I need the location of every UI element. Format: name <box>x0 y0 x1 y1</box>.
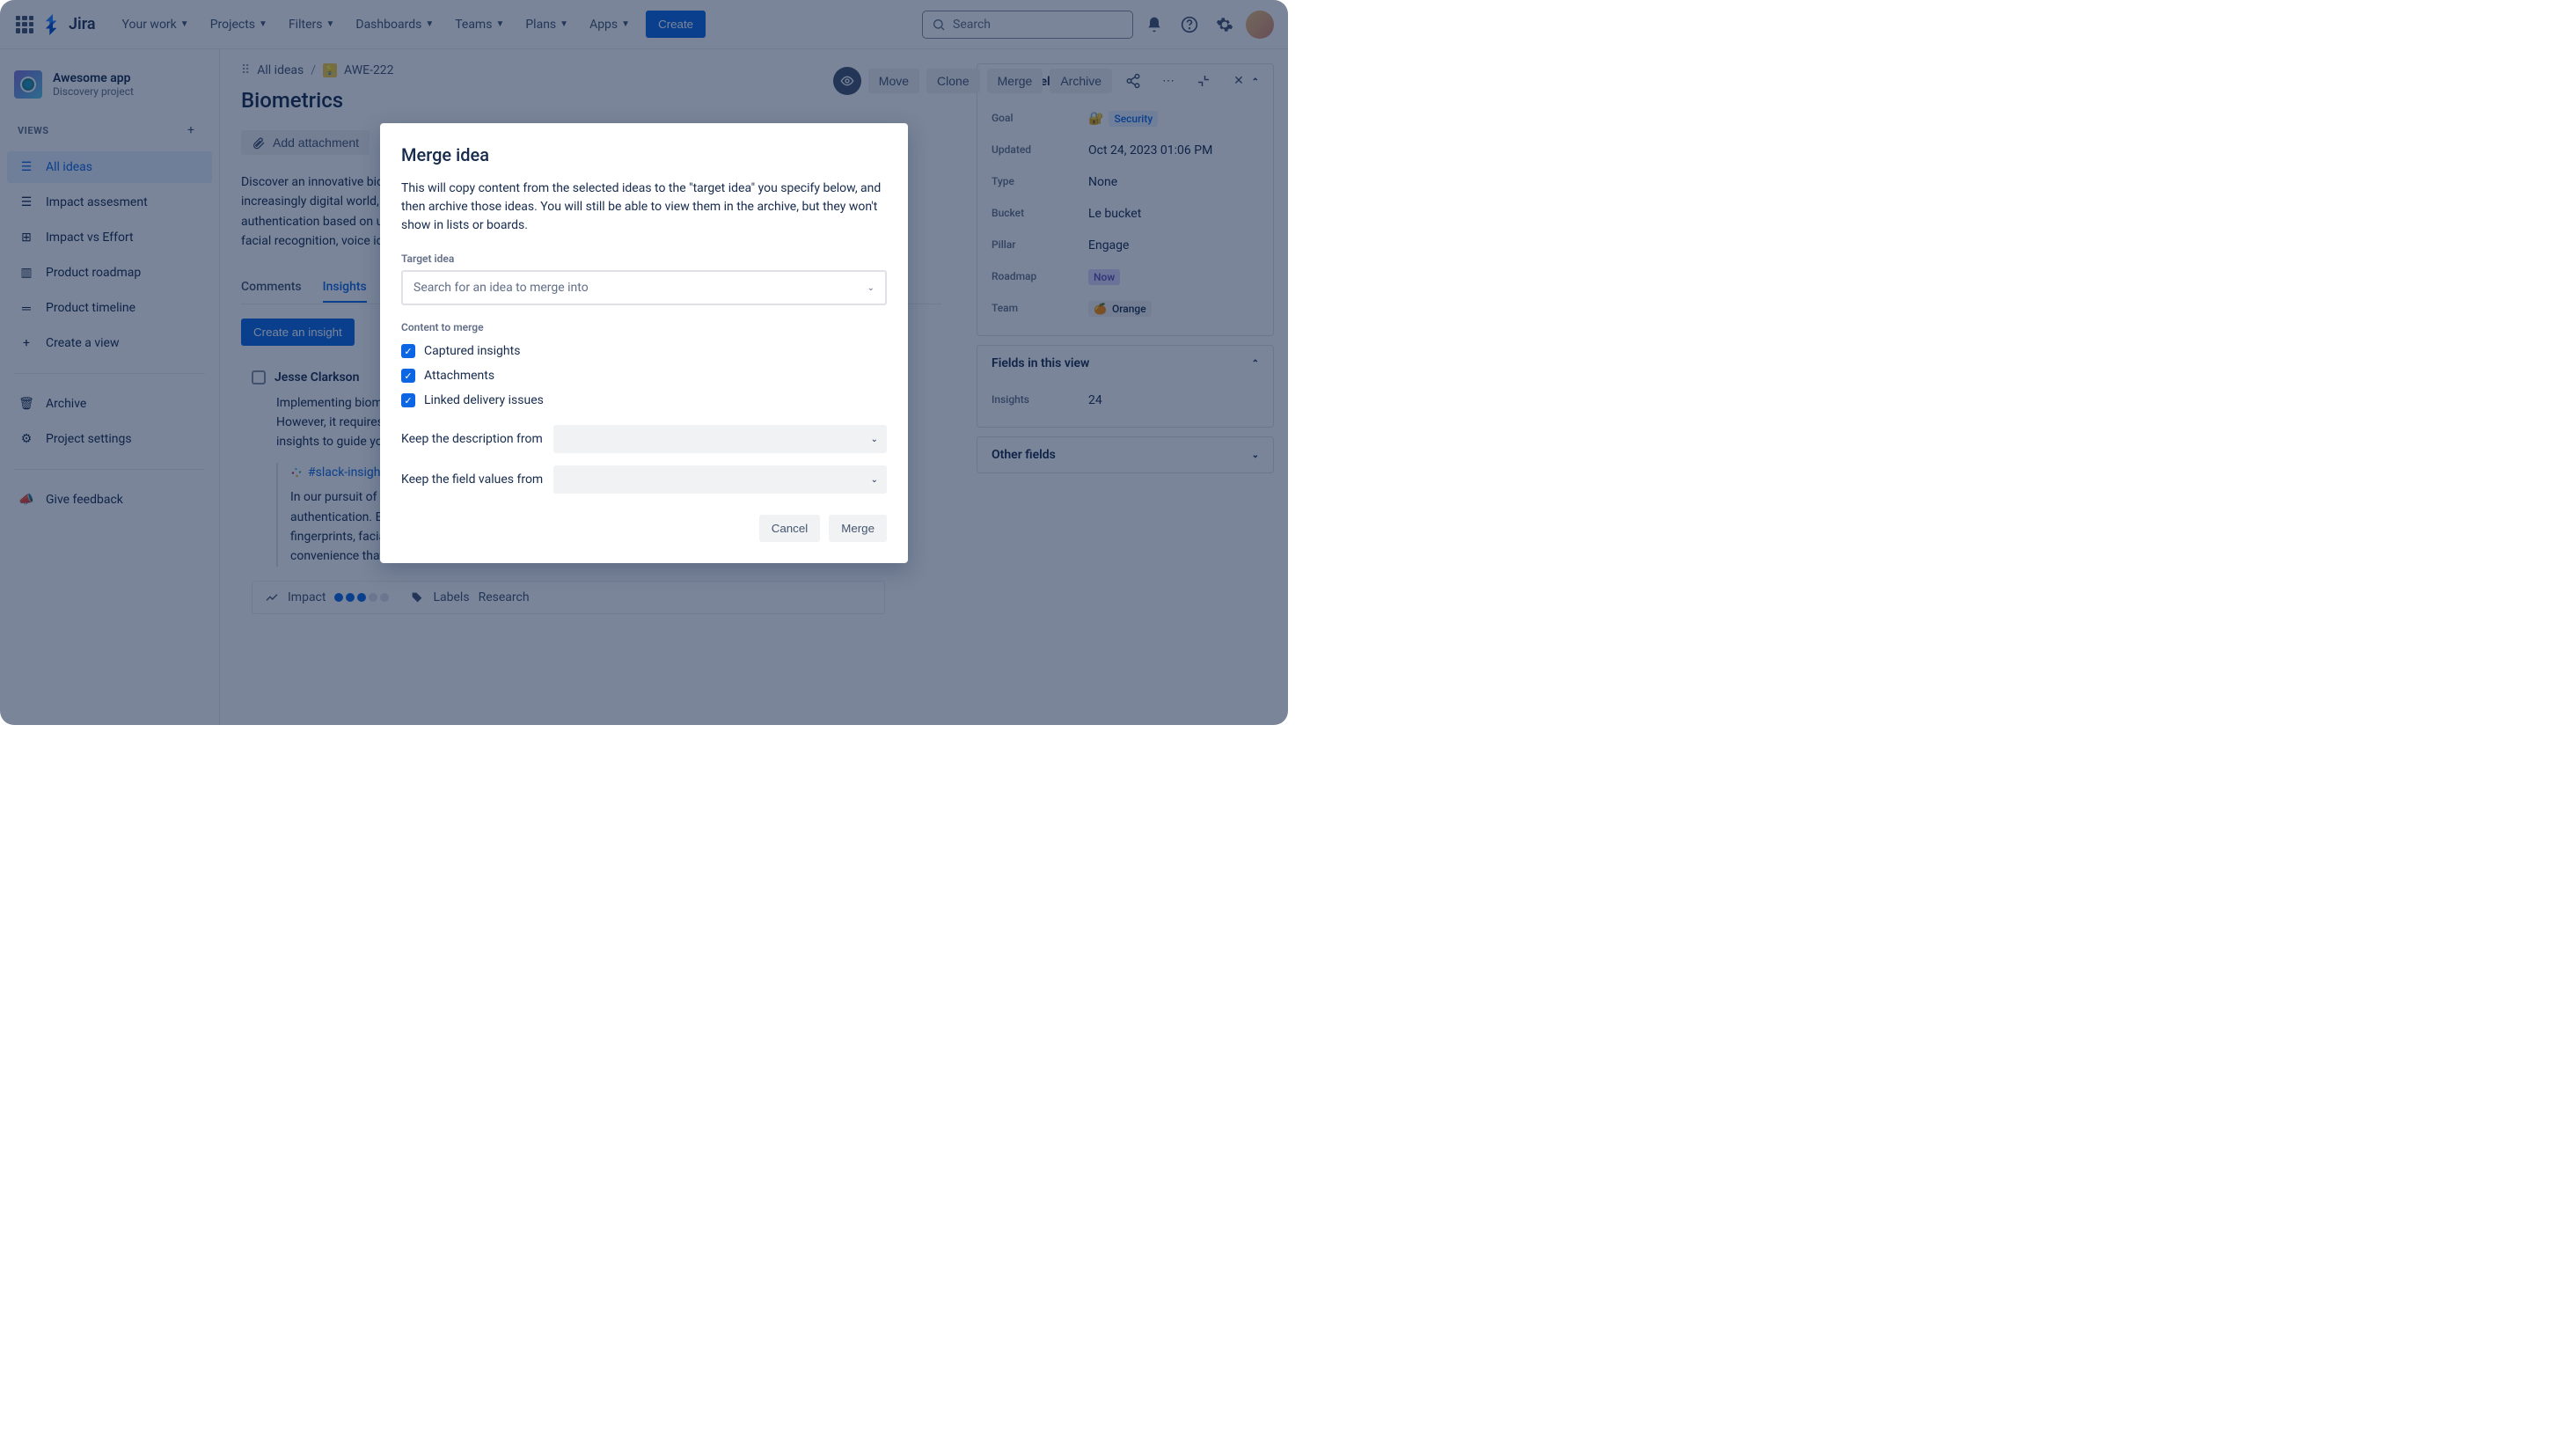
checkbox-linked-issues[interactable]: ✓ <box>401 393 415 407</box>
chevron-down-icon: ⌄ <box>871 435 878 444</box>
chevron-down-icon: ⌄ <box>871 475 878 485</box>
modal-description: This will copy content from the selected… <box>401 179 887 235</box>
keep-description-label: Keep the description from <box>401 432 543 446</box>
content-to-merge-label: Content to merge <box>401 321 887 333</box>
keep-description-select[interactable]: ⌄ <box>553 425 887 453</box>
keep-fields-select[interactable]: ⌄ <box>553 465 887 494</box>
cancel-button[interactable]: Cancel <box>759 515 821 542</box>
target-idea-label: Target idea <box>401 253 887 265</box>
checkbox-attachments[interactable]: ✓ <box>401 369 415 383</box>
chevron-down-icon: ⌄ <box>867 283 875 293</box>
merge-modal: Merge idea This will copy content from t… <box>380 123 908 563</box>
target-idea-select[interactable]: Search for an idea to merge into⌄ <box>401 270 887 305</box>
checkbox-captured-insights[interactable]: ✓ <box>401 344 415 358</box>
modal-title: Merge idea <box>401 144 887 165</box>
merge-confirm-button[interactable]: Merge <box>829 515 887 542</box>
modal-overlay[interactable]: Merge idea This will copy content from t… <box>0 0 1288 725</box>
keep-fields-label: Keep the field values from <box>401 472 543 487</box>
